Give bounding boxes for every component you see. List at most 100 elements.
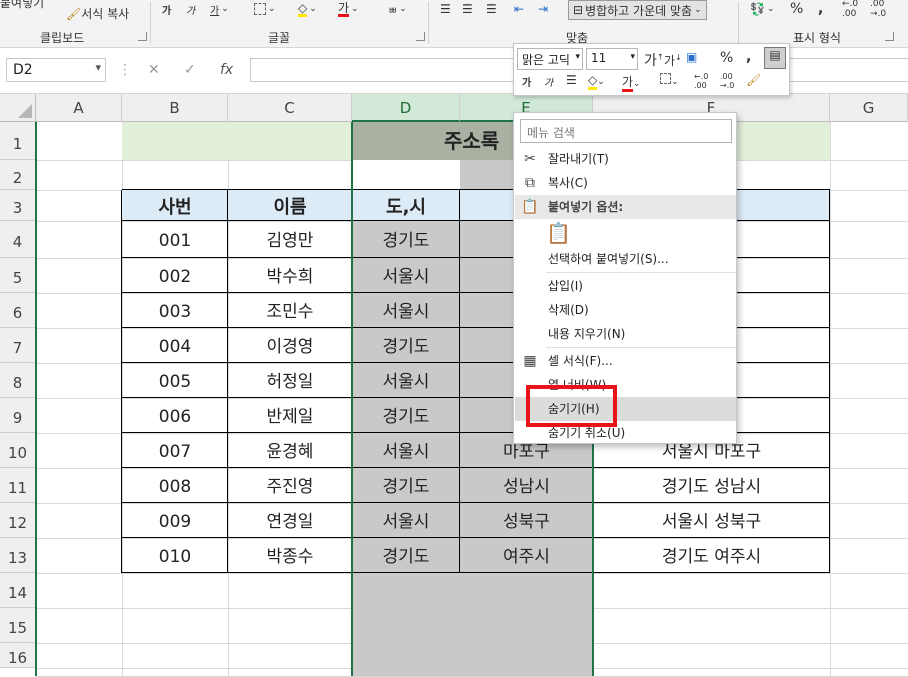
format-painter-button[interactable]: 🖌서식 복사 — [66, 5, 129, 22]
row-header[interactable]: 13 — [0, 538, 36, 573]
grow-font-button[interactable]: 가↑ — [644, 50, 664, 70]
table-cell[interactable]: 성남시 — [460, 468, 593, 503]
column-header[interactable]: C — [228, 94, 352, 122]
row-header[interactable]: 2 — [0, 160, 36, 190]
align-center-button[interactable]: ☰ — [462, 0, 473, 18]
mini-border-button[interactable]: ⌄ — [660, 73, 679, 87]
column-header[interactable]: G — [830, 94, 908, 122]
table-cell[interactable]: 경기도 성남시 — [593, 468, 830, 503]
fill-color-button[interactable]: ◇ ⌄ — [298, 0, 317, 18]
name-box[interactable]: D2 ▾ — [6, 58, 106, 82]
insert-function-button[interactable]: fx — [220, 62, 233, 78]
table-cell[interactable]: 박수희 — [228, 258, 352, 293]
table-cell[interactable]: 서울시 — [352, 258, 460, 293]
paste-option-button[interactable]: 📋 — [546, 221, 571, 247]
shrink-font-button[interactable]: 가↓ — [664, 52, 682, 69]
table-cell[interactable]: 허정일 — [228, 363, 352, 398]
mini-bold-button[interactable]: 가 — [522, 74, 531, 89]
menu-search-input[interactable]: 메뉴 검색 — [520, 119, 732, 143]
table-cell[interactable]: 008 — [122, 468, 228, 503]
menu-item-cut[interactable]: ✂ 잘라내기(T) — [515, 147, 736, 171]
menu-item-insert[interactable]: 삽입(I) — [515, 274, 736, 298]
table-cell[interactable]: 경기도 여주시 — [593, 538, 830, 573]
table-cell[interactable]: 주진영 — [228, 468, 352, 503]
table-cell[interactable]: 002 — [122, 258, 228, 293]
row-header[interactable]: 7 — [0, 328, 36, 363]
table-cell[interactable]: 반제일 — [228, 398, 352, 433]
table-cell[interactable]: 이경영 — [228, 328, 352, 363]
row-header[interactable]: 8 — [0, 363, 36, 398]
underline-button[interactable]: 가 ⌄ — [210, 0, 229, 18]
mini-size-dropdown[interactable]: 11 ▾ — [586, 48, 638, 70]
table-cell[interactable]: 003 — [122, 293, 228, 328]
table-cell[interactable]: 서울시 성북구 — [593, 503, 830, 538]
row-header[interactable]: 15 — [0, 608, 36, 643]
percent-button[interactable]: % — [790, 0, 803, 18]
font-color-button[interactable]: 가 ⌄ — [338, 0, 359, 18]
table-cell[interactable]: 004 — [122, 328, 228, 363]
mini-format-painter-button[interactable]: 🖌 — [746, 73, 761, 87]
row-header[interactable]: 12 — [0, 503, 36, 538]
table-cell[interactable]: 서울시 — [352, 433, 460, 468]
table-cell[interactable]: 007 — [122, 433, 228, 468]
table-cell[interactable]: 006 — [122, 398, 228, 433]
header-cell[interactable]: 이름 — [228, 190, 352, 221]
table-cell[interactable]: 경기도 — [352, 468, 460, 503]
table-cell[interactable]: 서울시 — [352, 293, 460, 328]
mini-font-color-button[interactable]: 가⌄ — [622, 73, 641, 92]
dialog-launcher-icon[interactable] — [416, 32, 425, 41]
dialog-launcher-icon[interactable] — [138, 32, 147, 41]
menu-item-paste-special[interactable]: 선택하여 붙여넣기(S)... — [515, 247, 736, 271]
accounting-format-button[interactable]: 💱 ⌄ — [750, 0, 775, 18]
table-cell[interactable]: 김영만 — [228, 221, 352, 258]
column-header[interactable]: D — [352, 94, 460, 122]
table-cell[interactable]: 성북구 — [460, 503, 593, 538]
mini-fill-color-button[interactable]: ◇⌄ — [588, 73, 605, 90]
table-cell[interactable]: 009 — [122, 503, 228, 538]
dialog-launcher-icon[interactable] — [885, 32, 894, 41]
decrease-indent-button[interactable]: ⇤ — [514, 0, 524, 18]
table-cell[interactable]: 경기도 — [352, 398, 460, 433]
table-cell[interactable]: 여주시 — [460, 538, 593, 573]
table-cell[interactable]: 조민수 — [228, 293, 352, 328]
row-header[interactable]: 16 — [0, 643, 36, 668]
comma-button[interactable]: , — [818, 0, 823, 18]
increase-indent-button[interactable]: ⇥ — [538, 0, 548, 18]
menu-item-delete[interactable]: 삭제(D) — [515, 298, 736, 322]
mini-increase-decimal-button[interactable]: ←.0.00 — [694, 72, 708, 90]
chevron-down-icon[interactable]: ▾ — [95, 61, 101, 74]
menu-item-clear-contents[interactable]: 내용 지우기(N) — [515, 322, 736, 346]
italic-button[interactable]: 가 — [186, 0, 195, 18]
mini-font-dropdown[interactable]: 맑은 고딕 ▾ — [517, 48, 583, 70]
table-cell[interactable]: 경기도 — [352, 538, 460, 573]
row-header[interactable]: 6 — [0, 293, 36, 328]
table-cell[interactable]: 서울시 — [352, 503, 460, 538]
accounting-button[interactable]: ▣ — [686, 50, 697, 64]
row-header[interactable]: 9 — [0, 398, 36, 433]
row-header[interactable]: 5 — [0, 258, 36, 293]
menu-item-format-cells[interactable]: ▦ 셀 서식(F)... — [515, 349, 736, 373]
table-cell[interactable]: 경기도 — [352, 221, 460, 258]
table-cell[interactable]: 005 — [122, 363, 228, 398]
header-cell[interactable]: 도,시 — [352, 190, 460, 221]
table-cell[interactable]: 001 — [122, 221, 228, 258]
mini-decrease-decimal-button[interactable]: .00 →.0 — [720, 72, 734, 90]
phonetic-button[interactable]: ㅃ ⌄ — [388, 0, 407, 18]
bold-button[interactable]: 가 — [162, 0, 171, 18]
table-cell[interactable]: 연경일 — [228, 503, 352, 538]
increase-decimal-button[interactable]: ←.0.00 — [842, 0, 858, 19]
table-cell[interactable]: 서울시 — [352, 363, 460, 398]
row-header[interactable]: 10 — [0, 433, 36, 468]
align-left-button[interactable]: ☰ — [440, 0, 451, 18]
paste-button[interactable]: 붙여넣기 — [0, 0, 44, 11]
mini-percent-button[interactable]: % — [720, 50, 733, 66]
mini-align-center-button[interactable]: ☰ — [566, 73, 577, 87]
mini-italic-button[interactable]: 가 — [544, 74, 553, 89]
align-right-button[interactable]: ☰ — [486, 0, 497, 18]
column-header[interactable]: A — [36, 94, 122, 122]
active-cell-d2[interactable] — [352, 160, 460, 190]
table-cell[interactable]: 경기도 — [352, 328, 460, 363]
enter-icon[interactable]: ✓ — [184, 62, 196, 78]
row-header[interactable]: 14 — [0, 573, 36, 608]
row-header[interactable]: 11 — [0, 468, 36, 503]
